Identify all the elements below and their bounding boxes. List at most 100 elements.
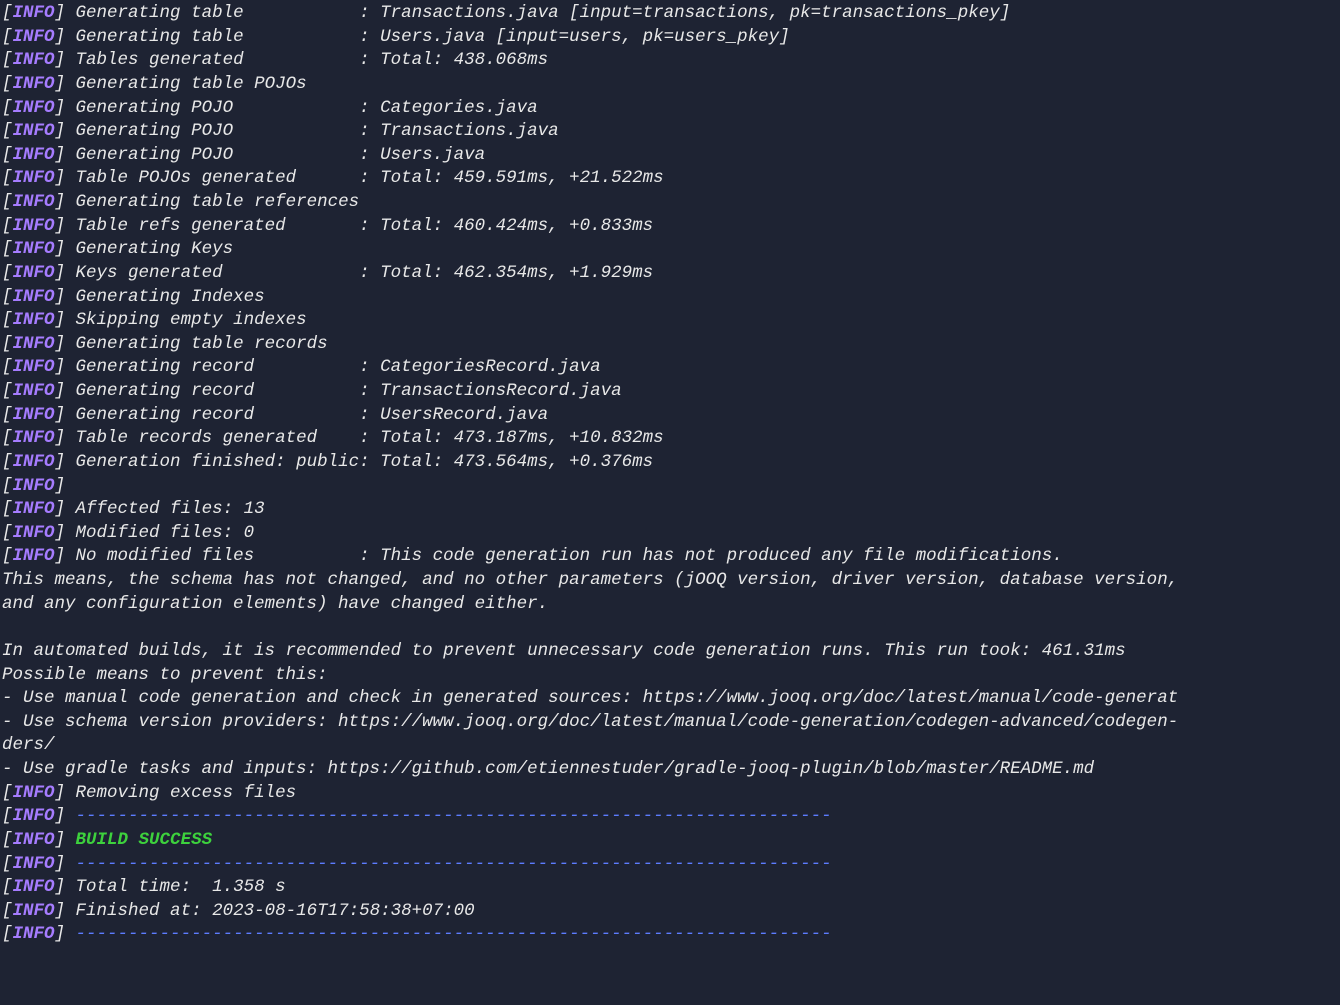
log-message: Generating record : CategoriesRecord.jav… [76, 357, 601, 377]
bracket-open: [ [2, 263, 13, 283]
bracket-open: [ [2, 357, 13, 377]
bracket-close: ] [55, 334, 76, 354]
bracket-open: [ [2, 27, 13, 47]
bracket-open: [ [2, 877, 13, 897]
log-line: [INFO] No modified files : This code gen… [2, 545, 1338, 569]
terminal-output[interactable]: [INFO] Generating table : Transactions.j… [2, 2, 1338, 947]
bracket-open: [ [2, 546, 13, 566]
bracket-close: ] [55, 452, 76, 472]
log-message: ----------------------------------------… [76, 806, 832, 826]
log-line: [INFO] Generating POJO : Categories.java [2, 97, 1338, 121]
log-level-info: INFO [13, 499, 55, 519]
bracket-open: [ [2, 806, 13, 826]
bracket-close: ] [55, 98, 76, 118]
log-message: Generating POJO : Users.java [76, 145, 486, 165]
log-message: Generating table references [76, 192, 360, 212]
log-line: [INFO] ---------------------------------… [2, 853, 1338, 877]
bracket-open: [ [2, 3, 13, 23]
log-line: [INFO] Generating Keys [2, 238, 1338, 262]
log-level-info: INFO [13, 334, 55, 354]
log-message: Affected files: 13 [76, 499, 265, 519]
log-level-info: INFO [13, 523, 55, 543]
log-level-info: INFO [13, 546, 55, 566]
log-line: [INFO] [2, 475, 1338, 499]
log-line: Possible means to prevent this: [2, 664, 1338, 688]
bracket-close: ] [55, 192, 76, 212]
log-level-info: INFO [13, 3, 55, 23]
log-level-info: INFO [13, 168, 55, 188]
log-message: Modified files: 0 [76, 523, 255, 543]
bracket-open: [ [2, 98, 13, 118]
bracket-close: ] [55, 74, 76, 94]
bracket-close: ] [55, 854, 76, 874]
bracket-open: [ [2, 145, 13, 165]
log-line: [INFO] BUILD SUCCESS [2, 829, 1338, 853]
log-level-info: INFO [13, 452, 55, 472]
bracket-open: [ [2, 310, 13, 330]
bracket-open: [ [2, 854, 13, 874]
log-message: Tables generated : Total: 438.068ms [76, 50, 549, 70]
bracket-open: [ [2, 192, 13, 212]
bracket-close: ] [55, 499, 76, 519]
log-message: ----------------------------------------… [76, 854, 832, 874]
log-line: In automated builds, it is recommended t… [2, 640, 1338, 664]
log-level-info: INFO [13, 381, 55, 401]
bracket-close: ] [55, 3, 76, 23]
bracket-close: ] [55, 546, 76, 566]
bracket-close: ] [55, 405, 76, 425]
log-message: Generating record : UsersRecord.java [76, 405, 549, 425]
log-line: [INFO] Finished at: 2023-08-16T17:58:38+… [2, 900, 1338, 924]
log-line: [INFO] Skipping empty indexes [2, 309, 1338, 333]
bracket-close: ] [55, 877, 76, 897]
bracket-close: ] [55, 27, 76, 47]
bracket-close: ] [55, 310, 76, 330]
log-message: Generating table POJOs [76, 74, 307, 94]
log-line: [INFO] Generating record : TransactionsR… [2, 380, 1338, 404]
bracket-close: ] [55, 357, 76, 377]
log-line: [INFO] Table refs generated : Total: 460… [2, 215, 1338, 239]
log-message: Removing excess files [76, 783, 297, 803]
bracket-open: [ [2, 74, 13, 94]
log-line: ders/ [2, 734, 1338, 758]
log-message: Finished at: 2023-08-16T17:58:38+07:00 [76, 901, 475, 921]
log-level-info: INFO [13, 145, 55, 165]
log-line: - Use schema version providers: https://… [2, 711, 1338, 735]
bracket-close: ] [55, 287, 76, 307]
log-message: Keys generated : Total: 462.354ms, +1.92… [76, 263, 654, 283]
log-line: [INFO] Generating POJO : Users.java [2, 144, 1338, 168]
log-line: [INFO] Removing excess files [2, 782, 1338, 806]
log-message: BUILD SUCCESS [76, 830, 213, 850]
bracket-close: ] [55, 428, 76, 448]
log-level-info: INFO [13, 924, 55, 944]
log-message: Table refs generated : Total: 460.424ms,… [76, 216, 654, 236]
bracket-open: [ [2, 499, 13, 519]
bracket-open: [ [2, 50, 13, 70]
log-message: Generating POJO : Categories.java [76, 98, 538, 118]
log-line: - Use gradle tasks and inputs: https://g… [2, 758, 1338, 782]
log-line: [INFO] Generating table records [2, 333, 1338, 357]
log-line: [INFO] Generation finished: public: Tota… [2, 451, 1338, 475]
log-level-info: INFO [13, 216, 55, 236]
log-line: [INFO] Generating POJO : Transactions.ja… [2, 120, 1338, 144]
log-line: [INFO] Affected files: 13 [2, 498, 1338, 522]
log-level-info: INFO [13, 783, 55, 803]
log-line: - Use manual code generation and check i… [2, 687, 1338, 711]
log-line: and any configuration elements) have cha… [2, 593, 1338, 617]
bracket-open: [ [2, 168, 13, 188]
log-message: Generating record : TransactionsRecord.j… [76, 381, 622, 401]
log-level-info: INFO [13, 830, 55, 850]
log-message: Generating POJO : Transactions.java [76, 121, 559, 141]
log-line: [INFO] Total time: 1.358 s [2, 876, 1338, 900]
log-level-info: INFO [13, 98, 55, 118]
bracket-open: [ [2, 239, 13, 259]
bracket-open: [ [2, 428, 13, 448]
log-level-info: INFO [13, 405, 55, 425]
log-message: Skipping empty indexes [76, 310, 307, 330]
log-line: [INFO] Generating table POJOs [2, 73, 1338, 97]
log-message: Generating Indexes [76, 287, 265, 307]
log-level-info: INFO [13, 27, 55, 47]
log-level-info: INFO [13, 357, 55, 377]
bracket-open: [ [2, 830, 13, 850]
bracket-open: [ [2, 121, 13, 141]
log-line: [INFO] Modified files: 0 [2, 522, 1338, 546]
